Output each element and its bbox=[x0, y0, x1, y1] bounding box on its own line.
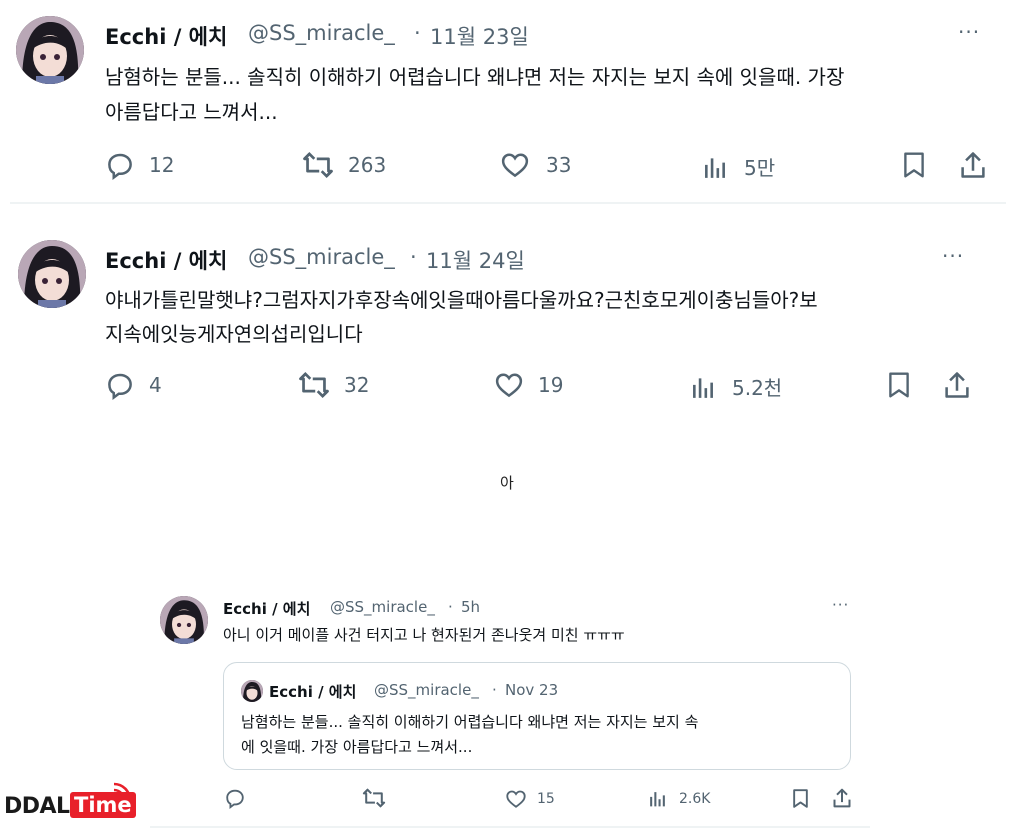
more-options-icon[interactable]: ··· bbox=[942, 244, 964, 268]
reply-count: 12 bbox=[149, 153, 175, 177]
separator-dot: · bbox=[492, 681, 497, 699]
bookmark-icon[interactable] bbox=[901, 151, 927, 183]
reply-count: 4 bbox=[149, 373, 162, 397]
retweet-count: 263 bbox=[348, 153, 387, 177]
wifi-signal-icon bbox=[113, 782, 132, 801]
avatar-image bbox=[241, 680, 263, 702]
retweet-button[interactable]: 263 bbox=[302, 150, 386, 180]
views-count: 2.6K bbox=[679, 790, 711, 807]
bookmark-icon[interactable] bbox=[791, 788, 810, 813]
share-icon[interactable] bbox=[943, 370, 971, 404]
avatar[interactable] bbox=[160, 596, 208, 644]
like-count: 33 bbox=[546, 153, 572, 177]
tweet-text: 아니 이거 메이플 사건 터지고 나 현자된거 존나웃겨 미친 ㅠㅠㅠ bbox=[223, 626, 625, 644]
like-button[interactable]: 19 bbox=[494, 370, 563, 400]
like-count: 15 bbox=[537, 791, 555, 807]
views-icon bbox=[693, 377, 713, 398]
views-button[interactable]: 2.6K bbox=[648, 789, 710, 808]
more-options-icon[interactable]: ··· bbox=[958, 20, 980, 44]
watermark-logo: DDAL Time bbox=[4, 780, 136, 828]
retweet-button[interactable]: 32 bbox=[298, 370, 369, 400]
avatar-image bbox=[18, 240, 86, 308]
author-handle[interactable]: @SS_miracle_ bbox=[330, 598, 435, 616]
author-name[interactable]: Ecchi / 에치 bbox=[105, 245, 227, 275]
views-count: 5만 bbox=[744, 156, 776, 180]
separator-dot: · bbox=[410, 245, 417, 269]
views-button[interactable]: 5.2천 bbox=[690, 372, 782, 401]
separator-dot: · bbox=[414, 21, 421, 45]
like-button[interactable]: 15 bbox=[505, 788, 555, 810]
author-handle[interactable]: @SS_miracle_ bbox=[248, 245, 395, 269]
tweet-text-line2: 지속에잇능게자연의섭리입니다 bbox=[105, 322, 363, 346]
views-button[interactable]: 5만 bbox=[702, 152, 775, 181]
heart-icon bbox=[506, 790, 526, 808]
tweet-date[interactable]: 11월 23일 bbox=[430, 21, 529, 51]
reply-button[interactable]: 4 bbox=[105, 370, 162, 400]
more-options-icon[interactable]: ··· bbox=[832, 596, 849, 614]
tweet-date[interactable]: 11월 24일 bbox=[426, 245, 525, 275]
reply-icon bbox=[226, 789, 244, 809]
author-handle[interactable]: @SS_miracle_ bbox=[248, 21, 395, 45]
quoted-author-name: Ecchi / 에치 bbox=[269, 683, 357, 701]
avatar[interactable] bbox=[16, 16, 84, 84]
quoted-tweet-date: Nov 23 bbox=[505, 681, 559, 699]
like-count: 19 bbox=[538, 373, 564, 397]
retweet-count: 32 bbox=[344, 373, 370, 397]
separator-dot: · bbox=[448, 598, 453, 616]
retweet-icon bbox=[299, 372, 329, 398]
reply-icon bbox=[108, 153, 132, 180]
retweet-icon bbox=[362, 788, 386, 808]
author-name[interactable]: Ecchi / 에치 bbox=[105, 21, 227, 51]
avatar[interactable] bbox=[18, 240, 86, 308]
tweet-text-line1: 야내가틀린말햇냐?그럼자지가후장속에잇을때아름다울까요?근친호모게이충님들아?보 bbox=[105, 288, 818, 312]
bookmark-icon[interactable] bbox=[886, 371, 912, 403]
tweet-time[interactable]: 5h bbox=[461, 598, 480, 616]
retweet-icon bbox=[303, 152, 333, 178]
avatar-image bbox=[16, 16, 84, 84]
quoted-author-handle: @SS_miracle_ bbox=[374, 681, 479, 699]
views-count: 5.2천 bbox=[732, 376, 783, 400]
share-icon[interactable] bbox=[832, 787, 852, 813]
avatar-image bbox=[160, 596, 208, 644]
tweet-divider bbox=[10, 202, 1006, 204]
share-icon[interactable] bbox=[959, 150, 987, 184]
retweet-button[interactable] bbox=[362, 787, 394, 809]
reply-button[interactable]: 12 bbox=[105, 150, 174, 180]
heart-icon bbox=[501, 153, 529, 178]
views-icon bbox=[650, 792, 665, 807]
views-icon bbox=[705, 157, 725, 178]
quoted-tweet-card[interactable]: Ecchi / 에치 @SS_miracle_ · Nov 23 남혐하는 분들… bbox=[223, 662, 851, 770]
tweet-text-line1: 남혐하는 분들... 솔직히 이해하기 어렵습니다 왜냐면 저는 자지는 보지 … bbox=[105, 65, 845, 89]
quoted-avatar bbox=[241, 680, 263, 702]
like-button[interactable]: 33 bbox=[500, 150, 571, 180]
tweet-text-line2: 아름답다고 느껴서... bbox=[105, 100, 278, 124]
tweet-divider bbox=[150, 826, 870, 828]
author-name[interactable]: Ecchi / 에치 bbox=[223, 598, 310, 619]
caption-text: 아 bbox=[500, 474, 514, 492]
watermark-text-ddal: DDAL bbox=[4, 794, 70, 819]
heart-icon bbox=[495, 373, 523, 398]
quoted-text-line1: 남혐하는 분들... 솔직히 이해하기 어렵습니다 왜냐면 저는 자지는 보지 … bbox=[241, 713, 699, 731]
quoted-text-line2: 에 잇을때. 가장 아름답다고 느껴서... bbox=[241, 738, 473, 756]
reply-button[interactable] bbox=[224, 787, 254, 809]
reply-icon bbox=[108, 373, 132, 400]
